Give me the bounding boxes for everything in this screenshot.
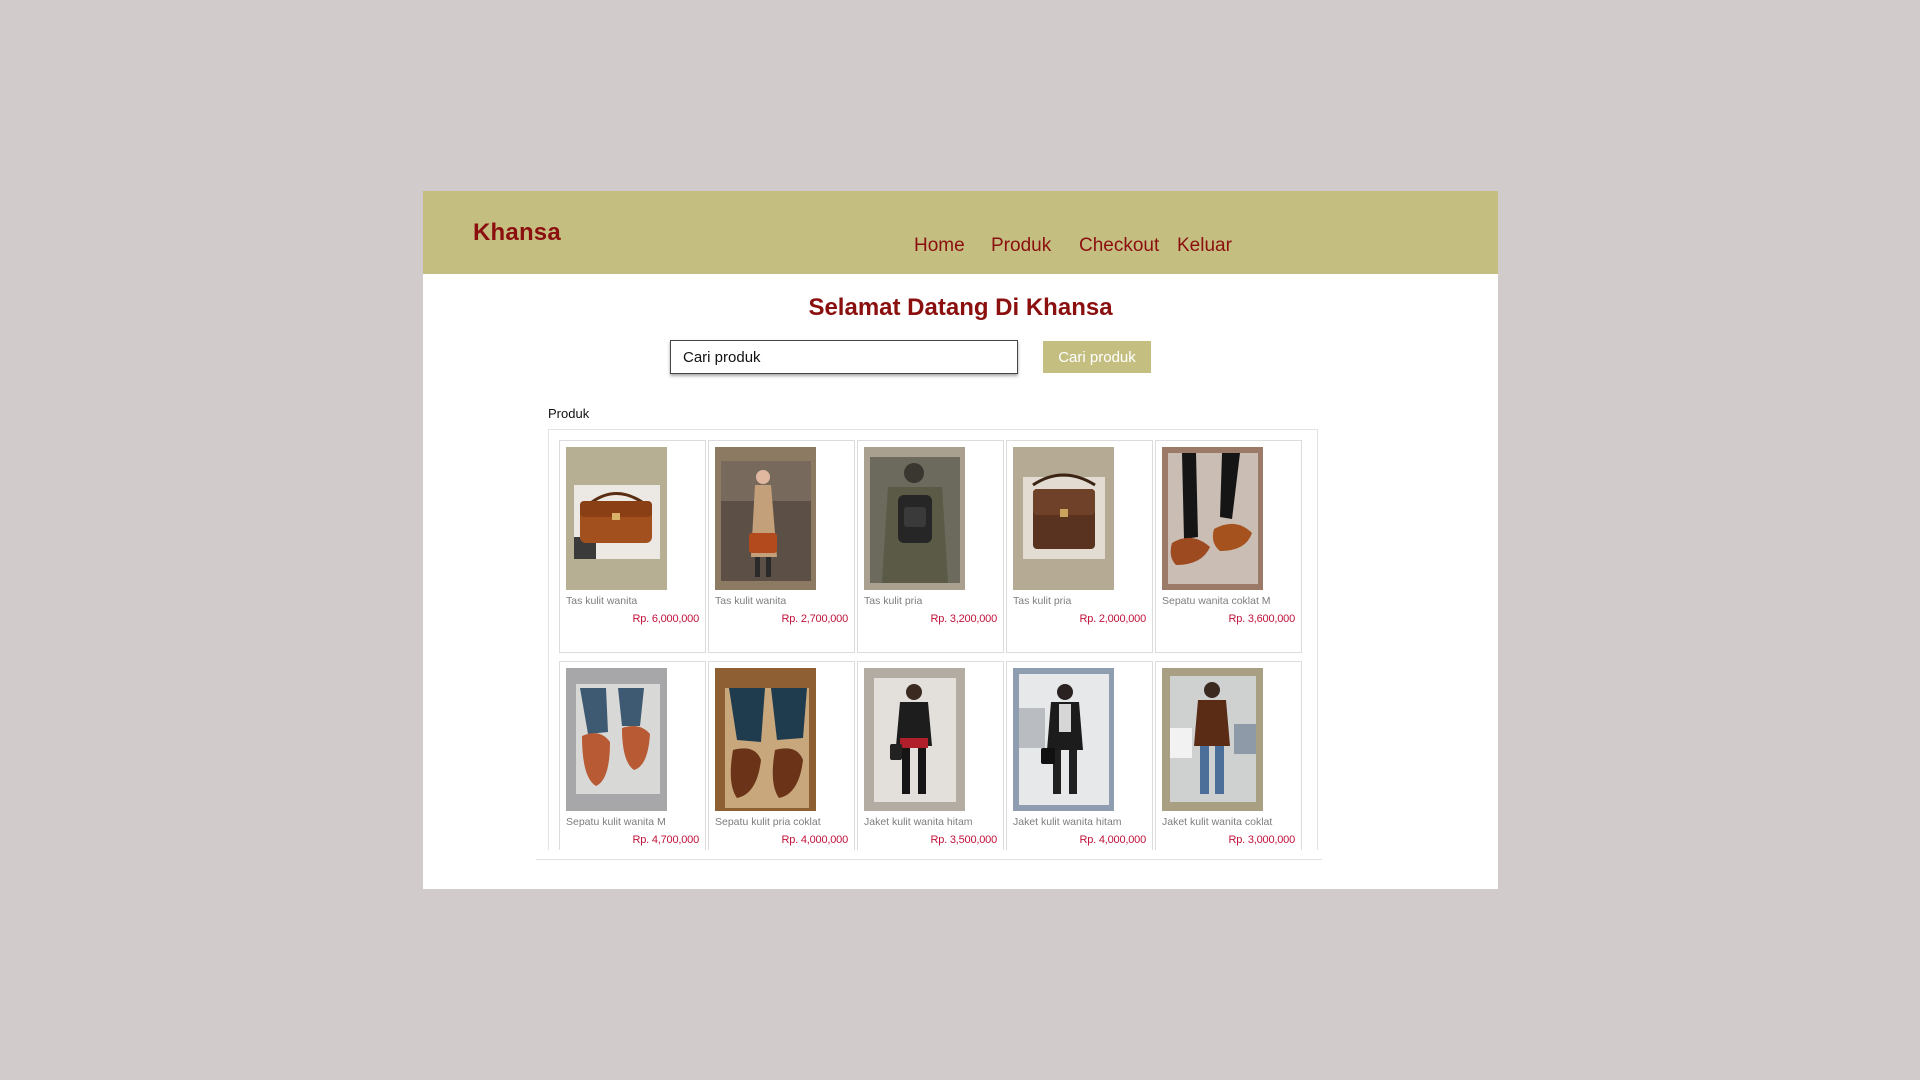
search-button[interactable]: Cari produk [1043,341,1151,373]
leather-backpack-image[interactable] [864,447,965,590]
product-name: Tas kulit wanita [566,595,638,607]
brown-loafers-image[interactable] [566,668,667,811]
product-name: Sepatu kulit pria coklat [715,816,821,828]
brown-leather-jacket-woman-image[interactable] [1162,668,1263,811]
search-input[interactable] [670,340,1018,374]
nav-keluar[interactable]: Keluar [1177,235,1232,257]
product-name: Tas kulit pria [1013,595,1072,607]
product-price: Rp. 4,700,000 [632,834,699,846]
product-price: Rp. 4,000,000 [1079,834,1146,846]
product-price: Rp. 6,000,000 [632,613,699,625]
product-price: Rp. 2,700,000 [781,613,848,625]
product-card[interactable]: Jaket kulit wanita hitam Rp. 3,500,000 [857,661,1004,850]
product-price: Rp. 3,200,000 [930,613,997,625]
product-price: Rp. 3,500,000 [930,834,997,846]
nav-checkout[interactable]: Checkout [1079,235,1159,257]
product-card[interactable]: Jaket kulit wanita coklat Rp. 3,000,000 [1155,661,1302,850]
product-name: Jaket kulit wanita coklat [1162,816,1273,828]
product-price: Rp. 2,000,000 [1079,613,1146,625]
brand-logo[interactable]: Khansa [473,219,561,247]
product-price: Rp. 3,000,000 [1228,834,1295,846]
product-card[interactable]: Sepatu kulit wanita M Rp. 4,700,000 [559,661,706,850]
product-name: Tas kulit pria [864,595,923,607]
header-bar: Khansa Home Produk Checkout Keluar [423,191,1498,274]
black-leather-jacket-street-image[interactable] [1013,668,1114,811]
product-name: Sepatu wanita coklat M [1162,595,1271,607]
product-name: Jaket kulit wanita hitam [1013,816,1122,828]
brown-messenger-bag-image[interactable] [1013,447,1114,590]
brown-womens-shoes-image[interactable] [1162,447,1263,590]
woman-with-leather-bag-image[interactable] [715,447,816,590]
product-card[interactable]: Sepatu wanita coklat M Rp. 3,600,000 [1155,440,1302,653]
product-card[interactable]: Tas kulit wanita Rp. 6,000,000 [559,440,706,653]
product-card[interactable]: Tas kulit wanita Rp. 2,700,000 [708,440,855,653]
product-card[interactable]: Tas kulit pria Rp. 2,000,000 [1006,440,1153,653]
page-title: Selamat Datang Di Khansa [808,294,1113,321]
product-name: Sepatu kulit wanita M [566,816,666,828]
grid-divider [536,859,1322,860]
nav-home[interactable]: Home [914,235,965,257]
section-label-produk: Produk [548,406,590,421]
app-window: Khansa Home Produk Checkout Keluar Selam… [423,191,1498,889]
brown-leather-handbag-image[interactable] [566,447,667,590]
product-price: Rp. 4,000,000 [781,834,848,846]
mens-brown-shoes-image[interactable] [715,668,816,811]
black-leather-jacket-woman-image[interactable] [864,668,965,811]
product-price: Rp. 3,600,000 [1228,613,1295,625]
product-card[interactable]: Tas kulit pria Rp. 3,200,000 [857,440,1004,653]
product-name: Jaket kulit wanita hitam [864,816,973,828]
nav-produk[interactable]: Produk [991,235,1051,257]
product-card[interactable]: Sepatu kulit pria coklat Rp. 4,000,000 [708,661,855,850]
product-grid: Tas kulit wanita Rp. 6,000,000 Tas kulit… [548,429,1318,850]
product-card[interactable]: Jaket kulit wanita hitam Rp. 4,000,000 [1006,661,1153,850]
product-name: Tas kulit wanita [715,595,787,607]
